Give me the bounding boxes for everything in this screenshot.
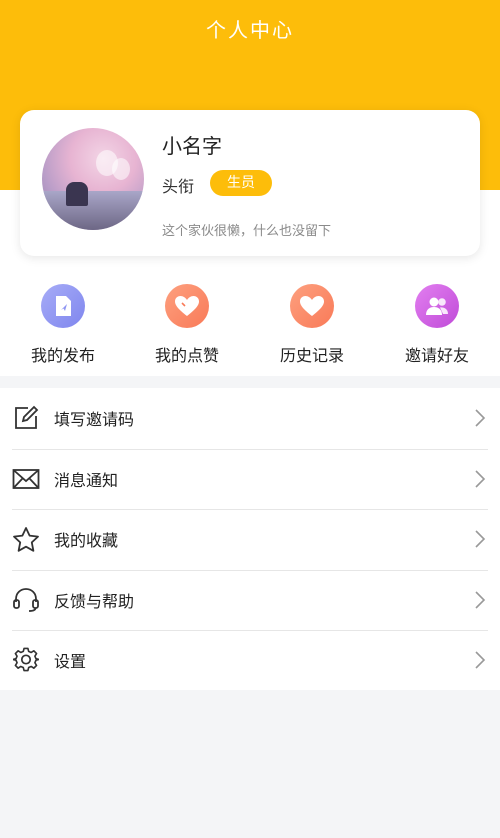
gear-icon	[12, 646, 40, 674]
menu-item-favorites[interactable]: 我的收藏	[0, 509, 500, 570]
username: 小名字	[162, 134, 222, 158]
menu-item-feedback[interactable]: 反馈与帮助	[0, 569, 500, 631]
action-history[interactable]: 历史记录	[257, 284, 367, 366]
action-my-likes[interactable]: 我的点赞	[132, 284, 242, 366]
bio-text: 这个家伙很懒，什么也没留下	[162, 224, 332, 239]
rank-badge: 生员	[210, 170, 272, 196]
settings-menu: 填写邀请码 消息通知 我的收藏 反馈与帮助 设置	[0, 388, 500, 690]
action-label: 我的发布	[30, 346, 95, 365]
headset-icon	[12, 586, 40, 614]
action-invite-friends[interactable]: 邀请好友	[382, 284, 492, 366]
star-icon	[12, 525, 40, 553]
mail-icon	[12, 465, 40, 493]
action-label: 历史记录	[279, 346, 344, 365]
quick-actions: 我的发布 我的点赞 历史记录 邀请好友	[0, 284, 500, 368]
invite-friends-icon	[415, 284, 459, 328]
menu-item-label: 设置	[54, 652, 87, 672]
avatar[interactable]	[42, 128, 144, 230]
menu-item-notifications[interactable]: 消息通知	[0, 448, 500, 510]
menu-item-invite-code[interactable]: 填写邀请码	[0, 388, 500, 449]
chevron-right-icon	[475, 409, 486, 427]
menu-item-label: 消息通知	[54, 470, 119, 490]
like-icon	[165, 284, 209, 328]
edit-icon	[12, 404, 40, 432]
action-label: 邀请好友	[404, 346, 469, 365]
menu-item-label: 反馈与帮助	[54, 591, 135, 611]
menu-item-label: 我的收藏	[54, 531, 119, 551]
menu-item-settings[interactable]: 设置	[0, 630, 500, 691]
action-label: 我的点赞	[154, 346, 219, 365]
action-my-posts[interactable]: 我的发布	[8, 284, 118, 366]
chevron-right-icon	[475, 651, 486, 669]
chevron-right-icon	[475, 530, 486, 548]
profile-card[interactable]: 小名字 头衔 生员 这个家伙很懒，什么也没留下	[20, 110, 480, 256]
chevron-right-icon	[475, 591, 486, 609]
menu-item-label: 填写邀请码	[54, 410, 135, 430]
history-icon	[290, 284, 334, 328]
publish-icon	[41, 284, 85, 328]
chevron-right-icon	[475, 470, 486, 488]
title-label: 头衔	[162, 177, 195, 196]
page-title: 个人中心	[206, 18, 294, 42]
